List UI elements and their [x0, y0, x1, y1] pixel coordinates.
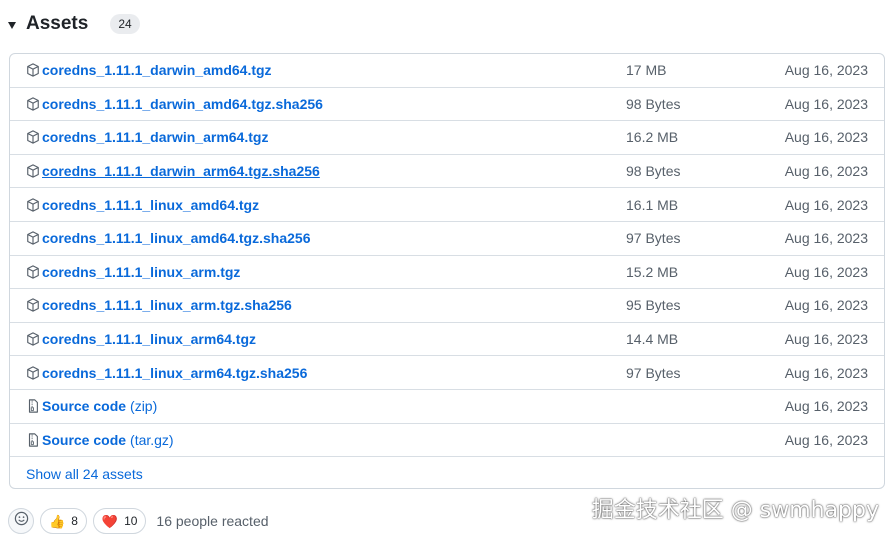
source-code-targz-link[interactable]: Source code (tar.gz): [42, 432, 174, 448]
source-code-label: Source code: [42, 398, 127, 415]
source-code-row: Source code (zip) Aug 16, 2023: [10, 390, 884, 424]
asset-size: 95 Bytes: [626, 297, 681, 314]
asset-date: Aug 16, 2023: [784, 364, 868, 381]
source-code-suffix: (zip): [130, 398, 158, 415]
asset-link[interactable]: coredns_1.11.1_darwin_arm64.tgz: [42, 129, 268, 145]
asset-date: Aug 16, 2023: [784, 95, 868, 112]
package-icon: [26, 332, 40, 346]
asset-row: coredns_1.11.1_linux_amd64.tgz.sha256 97…: [10, 222, 884, 256]
asset-link[interactable]: coredns_1.11.1_linux_arm64.tgz: [42, 331, 256, 347]
source-code-row: Source code (tar.gz) Aug 16, 2023: [10, 424, 884, 458]
asset-date: Aug 16, 2023: [784, 196, 868, 213]
asset-date: Aug 16, 2023: [784, 431, 868, 448]
package-icon: [26, 63, 40, 77]
asset-row: coredns_1.11.1_linux_arm64.tgz 14.4 MB A…: [10, 323, 884, 357]
asset-size: 97 Bytes: [626, 364, 681, 381]
heart-icon: ❤️: [101, 513, 119, 529]
asset-date: Aug 16, 2023: [784, 129, 868, 146]
caret-down-icon[interactable]: [8, 21, 16, 29]
asset-row: coredns_1.11.1_linux_arm.tgz 15.2 MB Aug…: [10, 256, 884, 290]
package-icon: [26, 164, 40, 178]
asset-link[interactable]: coredns_1.11.1_linux_arm64.tgz.sha256: [42, 365, 307, 381]
asset-date: Aug 16, 2023: [784, 331, 868, 348]
reactions-summary: 16 people reacted: [156, 513, 269, 529]
reaction-count: 10: [124, 514, 138, 528]
reactions-bar: 👍 8 ❤️ 10 16 people reacted: [8, 508, 269, 534]
reaction-count: 8: [71, 514, 78, 528]
asset-link[interactable]: coredns_1.11.1_linux_arm.tgz: [42, 264, 240, 280]
asset-link[interactable]: coredns_1.11.1_darwin_amd64.tgz: [42, 62, 272, 78]
asset-link[interactable]: coredns_1.11.1_linux_amd64.tgz.sha256: [42, 230, 310, 246]
asset-size: 97 Bytes: [626, 230, 681, 247]
asset-date: Aug 16, 2023: [784, 297, 868, 314]
asset-date: Aug 16, 2023: [784, 230, 868, 247]
asset-size: 17 MB: [626, 62, 667, 79]
asset-size: 16.1 MB: [626, 196, 679, 213]
package-icon: [26, 265, 40, 279]
package-icon: [26, 97, 40, 111]
add-reaction-button[interactable]: [8, 508, 34, 534]
asset-link[interactable]: coredns_1.11.1_linux_amd64.tgz: [42, 197, 259, 213]
show-all-assets-link[interactable]: Show all 24 assets: [26, 466, 143, 482]
asset-row: coredns_1.11.1_darwin_arm64.tgz.sha256 9…: [10, 155, 884, 189]
smiley-icon: [14, 511, 29, 531]
package-icon: [26, 365, 40, 380]
assets-header[interactable]: Assets 24: [8, 10, 140, 38]
show-all-row: Show all 24 assets: [10, 457, 884, 488]
assets-title[interactable]: Assets: [26, 13, 88, 35]
asset-date: Aug 16, 2023: [784, 398, 868, 415]
asset-row: coredns_1.11.1_linux_arm64.tgz.sha256 97…: [10, 356, 884, 390]
asset-link[interactable]: coredns_1.11.1_linux_arm.tgz.sha256: [42, 297, 292, 313]
asset-row: coredns_1.11.1_darwin_amd64.tgz.sha256 9…: [10, 88, 884, 122]
asset-size: 16.2 MB: [626, 129, 679, 146]
asset-link[interactable]: coredns_1.11.1_darwin_arm64.tgz.sha256: [42, 163, 320, 179]
asset-size: 15.2 MB: [626, 263, 679, 280]
asset-row: coredns_1.11.1_linux_amd64.tgz 16.1 MB A…: [10, 188, 884, 222]
asset-size: 14.4 MB: [626, 331, 679, 348]
package-icon: [26, 197, 40, 212]
asset-row: coredns_1.11.1_darwin_amd64.tgz 17 MB Au…: [10, 54, 884, 88]
source-code-label: Source code: [42, 431, 127, 448]
asset-date: Aug 16, 2023: [784, 263, 868, 280]
assets-list: coredns_1.11.1_darwin_amd64.tgz 17 MB Au…: [9, 53, 885, 489]
asset-link[interactable]: coredns_1.11.1_darwin_amd64.tgz.sha256: [42, 96, 323, 112]
release-assets-page: Assets 24 coredns_1.11.1_darwin_amd64.tg…: [0, 0, 893, 539]
file-zip-icon: [26, 399, 40, 413]
asset-date: Aug 16, 2023: [784, 163, 868, 180]
watermark: 掘金技术社区 @ swmhappy: [591, 498, 879, 523]
asset-row: coredns_1.11.1_darwin_arm64.tgz 16.2 MB …: [10, 121, 884, 155]
source-code-suffix: (tar.gz): [130, 431, 174, 448]
asset-size: 98 Bytes: [626, 163, 681, 180]
file-zip-icon: [26, 433, 40, 447]
source-code-zip-link[interactable]: Source code (zip): [42, 398, 157, 414]
thumbs-up-icon: 👍: [49, 513, 66, 529]
asset-row: coredns_1.11.1_linux_arm.tgz.sha256 95 B…: [10, 289, 884, 323]
assets-count-badge: 24: [110, 14, 140, 34]
thumbs-up-reaction-button[interactable]: 👍 8: [40, 508, 87, 534]
asset-size: 98 Bytes: [626, 95, 681, 112]
package-icon: [26, 231, 40, 245]
asset-date: Aug 16, 2023: [784, 62, 868, 79]
package-icon: [26, 298, 40, 313]
package-icon: [26, 130, 40, 145]
heart-reaction-button[interactable]: ❤️ 10: [92, 508, 147, 534]
